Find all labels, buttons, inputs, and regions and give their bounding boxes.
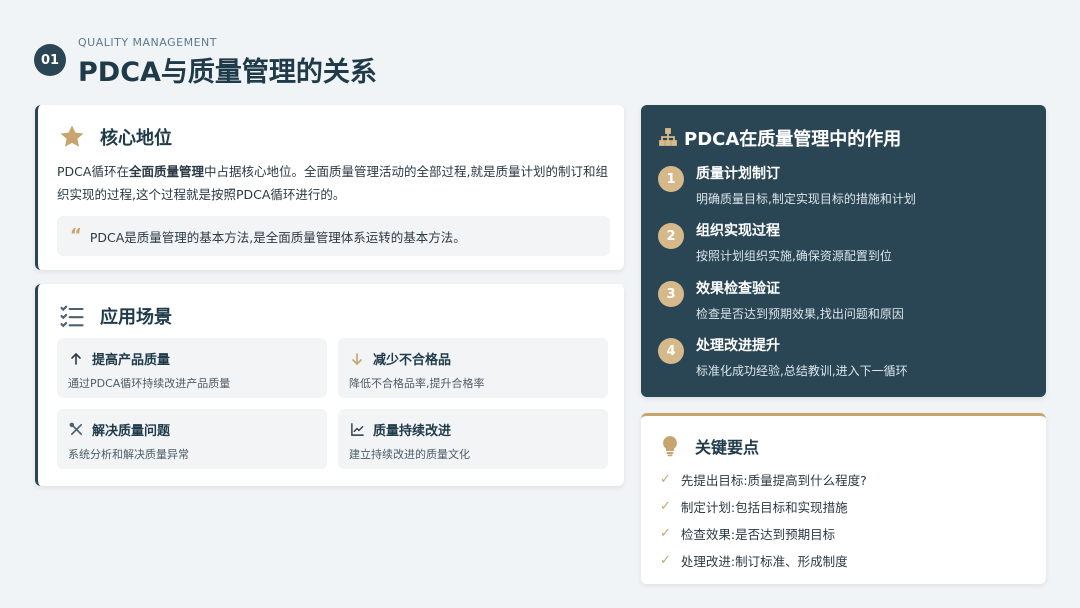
check-icon: ✓: [660, 526, 671, 541]
page-subtitle: QUALITY MANAGEMENT: [78, 36, 217, 49]
key-point-text: 检查效果:是否达到预期目标: [680, 527, 836, 542]
core-paragraph: PDCA循环在全面质量管理中占据核心地位。全面质量管理活动的全部过程,就是质量计…: [57, 160, 613, 206]
key-point-text: 制定计划:包括目标和实现措施: [680, 500, 848, 515]
app-tile-desc: 建立持续改进的质量文化: [349, 448, 470, 461]
step-title: 质量计划制订: [696, 166, 780, 182]
core-position-card: 核心地位 PDCA循环在全面质量管理中占据核心地位。全面质量管理活动的全部过程,…: [35, 105, 624, 270]
app-tile-title: 解决质量问题: [92, 424, 171, 439]
step-desc: 按照计划组织实施,确保资源配置到位: [696, 249, 892, 263]
key-point-item: ✓ 处理改进:制订标准、形成制度: [660, 551, 848, 570]
lightbulb-icon: [661, 435, 681, 457]
role-title: PDCA在质量管理中的作用: [684, 129, 902, 150]
role-step-1: 1 质量计划制订 明确质量目标,制定实现目标的措施和计划: [658, 162, 1038, 212]
step-title: 组织实现过程: [696, 223, 780, 239]
key-point-text: 处理改进:制订标准、形成制度: [680, 554, 848, 569]
check-icon: ✓: [660, 553, 671, 568]
keys-title-row: 关键要点: [661, 434, 759, 458]
core-para-bold: 全面质量管理: [128, 164, 204, 179]
step-title: 处理改进提升: [696, 338, 780, 354]
hierarchy-icon: [658, 127, 680, 149]
app-tile-reduce-defects: 减少不合格品 降低不合格品率,提升合格率: [338, 338, 608, 398]
key-point-text: 先提出目标:质量提高到什么程度?: [680, 473, 867, 488]
app-tile-improve-quality: 提高产品质量 通过PDCA循环持续改进产品质量: [57, 338, 327, 398]
role-step-2: 2 组织实现过程 按照计划组织实施,确保资源配置到位: [658, 219, 1038, 269]
apps-title-row: 应用场景: [58, 302, 172, 330]
step-number: 1: [658, 166, 684, 192]
app-tile-title: 提高产品质量: [92, 353, 171, 368]
checklist-icon: [58, 302, 86, 330]
role-title-row: PDCA在质量管理中的作用: [658, 125, 901, 151]
step-title: 效果检查验证: [696, 281, 780, 297]
star-icon: [58, 123, 86, 151]
apps-title: 应用场景: [100, 307, 172, 328]
step-number: 2: [658, 223, 684, 249]
app-tile-desc: 系统分析和解决质量异常: [68, 448, 189, 461]
key-points-card: 关键要点 ✓ 先提出目标:质量提高到什么程度? ✓ 制定计划:包括目标和实现措施…: [641, 413, 1046, 584]
step-desc: 标准化成功经验,总结教训,进入下一循环: [696, 364, 908, 378]
core-title-row: 核心地位: [58, 123, 172, 151]
check-icon: ✓: [660, 472, 671, 487]
tools-icon: [68, 422, 84, 438]
key-point-item: ✓ 先提出目标:质量提高到什么程度?: [660, 470, 867, 489]
app-tile-desc: 通过PDCA循环持续改进产品质量: [68, 377, 231, 390]
arrow-down-icon: [349, 351, 365, 367]
core-quote-text: PDCA是质量管理的基本方法,是全面质量管理体系运转的基本方法。: [89, 229, 466, 245]
app-tile-title: 质量持续改进: [373, 424, 452, 439]
app-tile-solve-problems: 解决质量问题 系统分析和解决质量异常: [57, 409, 327, 469]
page-title: PDCA与质量管理的关系: [78, 57, 377, 88]
quote-icon: “: [70, 225, 82, 246]
core-title: 核心地位: [100, 128, 172, 149]
check-icon: ✓: [660, 499, 671, 514]
core-para-part-1: PDCA循环在: [57, 164, 129, 179]
step-number: 3: [658, 281, 684, 307]
step-number: 4: [658, 338, 684, 364]
app-tile-continuous-improvement: 质量持续改进 建立持续改进的质量文化: [338, 409, 608, 469]
core-quote: “ PDCA是质量管理的基本方法,是全面质量管理体系运转的基本方法。: [57, 216, 610, 256]
role-step-3: 3 效果检查验证 检查是否达到预期效果,找出问题和原因: [658, 277, 1038, 327]
chart-line-icon: [349, 422, 365, 438]
pdca-role-card: PDCA在质量管理中的作用 1 质量计划制订 明确质量目标,制定实现目标的措施和…: [641, 105, 1046, 397]
key-point-item: ✓ 制定计划:包括目标和实现措施: [660, 497, 848, 516]
role-step-4: 4 处理改进提升 标准化成功经验,总结教训,进入下一循环: [658, 334, 1038, 384]
app-tile-desc: 降低不合格品率,提升合格率: [349, 377, 485, 390]
arrow-up-icon: [68, 351, 84, 367]
app-tile-title: 减少不合格品: [373, 353, 452, 368]
key-point-item: ✓ 检查效果:是否达到预期目标: [660, 524, 835, 543]
section-number-badge: 01: [34, 44, 66, 76]
application-scenarios-card: 应用场景 提高产品质量 通过PDCA循环持续改进产品质量 减少不合格品 降低不合…: [35, 284, 624, 486]
keys-title: 关键要点: [695, 438, 760, 457]
step-desc: 明确质量目标,制定实现目标的措施和计划: [696, 192, 916, 206]
step-desc: 检查是否达到预期效果,找出问题和原因: [696, 307, 904, 321]
